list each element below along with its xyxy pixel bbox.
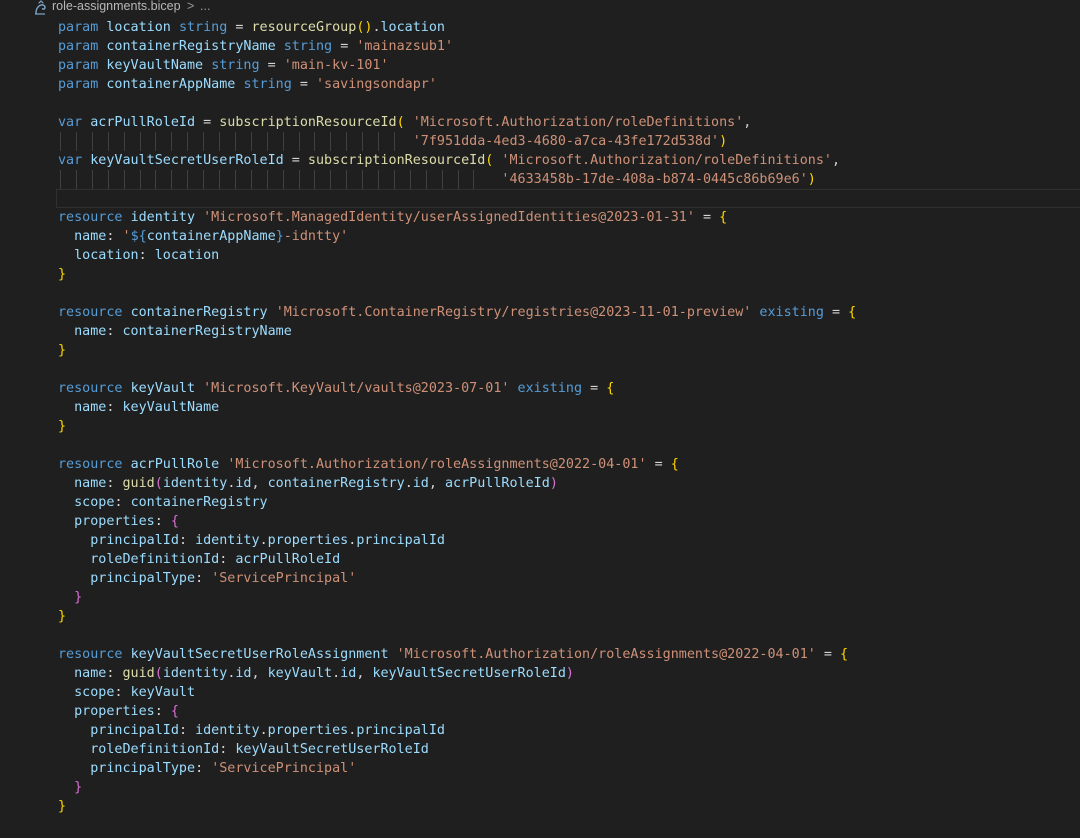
- code-line[interactable]: resource containerRegistry 'Microsoft.Co…: [58, 303, 1080, 322]
- indent-guide: [75, 132, 77, 151]
- code-line[interactable]: [56, 189, 1080, 208]
- breadcrumb-separator: >: [187, 0, 195, 13]
- indent-guide: [298, 132, 300, 151]
- code-line[interactable]: resource identity 'Microsoft.ManagedIden…: [58, 208, 1080, 227]
- code-line[interactable]: principalType: 'ServicePrincipal': [58, 759, 1080, 778]
- breadcrumb: role-assignments.bicep > ...: [0, 0, 1080, 16]
- code-line[interactable]: '4633458b-17de-408a-b874-0445c86b69e6'): [58, 170, 1080, 189]
- code-line[interactable]: scope: containerRegistry: [58, 493, 1080, 512]
- indent-guide: [91, 132, 93, 151]
- code-line[interactable]: resource keyVaultSecretUserRoleAssignmen…: [58, 645, 1080, 664]
- code-line[interactable]: properties: {: [58, 512, 1080, 531]
- indent-guide: [139, 170, 141, 189]
- code-line[interactable]: }: [58, 341, 1080, 360]
- code-line[interactable]: resource acrPullRole 'Microsoft.Authoriz…: [58, 455, 1080, 474]
- indent-guide: [203, 170, 205, 189]
- indent-guide: [362, 132, 364, 151]
- indent-guide: [346, 170, 348, 189]
- code-line[interactable]: param location string = resourceGroup().…: [58, 18, 1080, 37]
- indent-guide: [425, 170, 427, 189]
- indent-guide: [219, 132, 220, 151]
- indent-guide: [314, 132, 316, 151]
- indent-guide: [441, 170, 443, 189]
- indent-guide: [314, 170, 316, 189]
- indent-guide: [473, 170, 475, 189]
- indent-guide: [60, 132, 61, 151]
- code-line[interactable]: principalType: 'ServicePrincipal': [58, 569, 1080, 588]
- code-line[interactable]: name: guid(identity.id, containerRegistr…: [58, 474, 1080, 493]
- code-line[interactable]: properties: {: [58, 702, 1080, 721]
- code-line[interactable]: roleDefinitionId: keyVaultSecretUserRole…: [58, 740, 1080, 759]
- code-line[interactable]: var acrPullRoleId = subscriptionResource…: [58, 113, 1080, 132]
- indent-guide: [393, 170, 395, 189]
- indent-guide: [330, 170, 332, 189]
- code-line[interactable]: [58, 360, 1080, 379]
- breadcrumb-file[interactable]: role-assignments.bicep: [52, 0, 181, 13]
- code-line[interactable]: [58, 94, 1080, 113]
- bicep-file-icon: [35, 0, 46, 15]
- indent-guide: [234, 170, 236, 189]
- code-line[interactable]: principalId: identity.properties.princip…: [58, 531, 1080, 550]
- code-line[interactable]: }: [58, 265, 1080, 284]
- code-line[interactable]: name: guid(identity.id, keyVault.id, key…: [58, 664, 1080, 683]
- indent-guide: [457, 170, 459, 189]
- indent-guide: [250, 132, 252, 151]
- code-editor[interactable]: param location string = resourceGroup().…: [56, 18, 1080, 838]
- indent-guide: [234, 132, 236, 151]
- indent-guide: [75, 170, 77, 189]
- code-line[interactable]: location: location: [58, 246, 1080, 265]
- code-line[interactable]: [58, 284, 1080, 303]
- indent-guide: [219, 170, 220, 189]
- indent-guide: [203, 132, 205, 151]
- indent-guide: [107, 132, 109, 151]
- code-line[interactable]: param containerRegistryName string = 'ma…: [58, 37, 1080, 56]
- indent-guide: [266, 170, 268, 189]
- indent-guide: [123, 132, 125, 151]
- code-line[interactable]: principalId: identity.properties.princip…: [58, 721, 1080, 740]
- code-line[interactable]: name: keyVaultName: [58, 398, 1080, 417]
- indent-guide: [91, 170, 93, 189]
- indent-guide: [409, 170, 411, 189]
- breadcrumb-more[interactable]: ...: [200, 0, 210, 13]
- code-line[interactable]: }: [58, 417, 1080, 436]
- code-line[interactable]: }: [58, 778, 1080, 797]
- indent-guide: [298, 170, 300, 189]
- code-line[interactable]: }: [58, 797, 1080, 816]
- indent-guide: [155, 170, 157, 189]
- indent-guide: [187, 132, 189, 151]
- code-line[interactable]: param keyVaultName string = 'main-kv-101…: [58, 56, 1080, 75]
- code-line[interactable]: roleDefinitionId: acrPullRoleId: [58, 550, 1080, 569]
- indent-guide: [378, 170, 379, 189]
- indent-guide: [282, 170, 284, 189]
- indent-guide: [266, 132, 268, 151]
- code-line[interactable]: var keyVaultSecretUserRoleId = subscript…: [58, 151, 1080, 170]
- code-line[interactable]: '7f951dda-4ed3-4680-a7ca-43fe172d538d'): [58, 132, 1080, 151]
- indent-guide: [330, 132, 332, 151]
- indent-guide: [155, 132, 157, 151]
- indent-guide: [171, 132, 173, 151]
- indent-guide: [187, 170, 189, 189]
- indent-guide: [362, 170, 364, 189]
- code-line[interactable]: }: [58, 588, 1080, 607]
- indent-guide: [123, 170, 125, 189]
- code-line[interactable]: }: [58, 607, 1080, 626]
- code-line[interactable]: param containerAppName string = 'savings…: [58, 75, 1080, 94]
- indent-guide: [250, 170, 252, 189]
- indent-guide: [378, 132, 379, 151]
- code-line[interactable]: resource keyVault 'Microsoft.KeyVault/va…: [58, 379, 1080, 398]
- indent-guide: [139, 132, 141, 151]
- code-line[interactable]: scope: keyVault: [58, 683, 1080, 702]
- code-line[interactable]: [58, 436, 1080, 455]
- indent-guide: [171, 170, 173, 189]
- indent-guide: [346, 132, 348, 151]
- indent-guide: [107, 170, 109, 189]
- code-line[interactable]: name: containerRegistryName: [58, 322, 1080, 341]
- indent-guide: [393, 132, 395, 151]
- code-line[interactable]: name: '${containerAppName}-idntty': [58, 227, 1080, 246]
- indent-guide: [60, 170, 61, 189]
- indent-guide: [282, 132, 284, 151]
- code-line[interactable]: [58, 626, 1080, 645]
